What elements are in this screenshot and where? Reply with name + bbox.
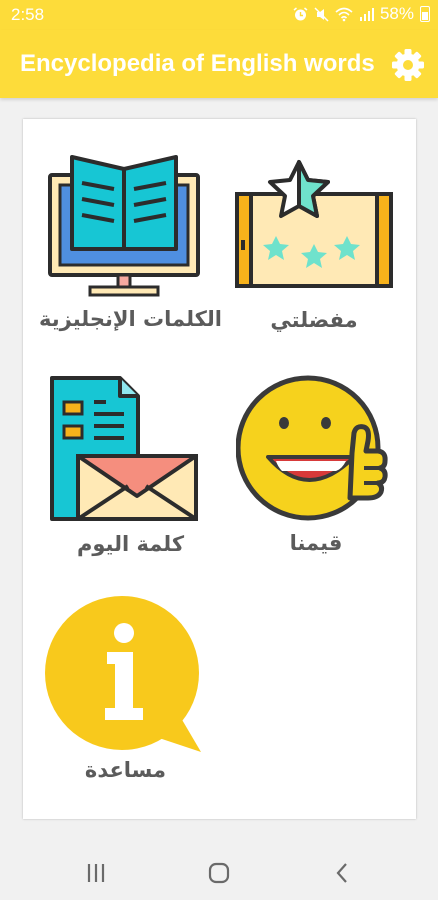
- english-words-button[interactable]: الكلمات الإنجليزية: [38, 149, 223, 344]
- home-icon: [208, 862, 230, 884]
- navigation-bar: [0, 840, 438, 900]
- help-button[interactable]: مساعدة: [43, 596, 208, 791]
- battery-percent: 58%: [379, 4, 414, 23]
- word-of-day-label: كلمة اليوم: [76, 532, 185, 556]
- favorites-label: مفضلتي: [270, 308, 358, 332]
- recents-button[interactable]: [76, 858, 116, 888]
- menu-card: مفضلتي الكلمات الإنجليزية قيمنا كلمة الي…: [23, 119, 416, 819]
- back-icon: [336, 863, 347, 883]
- alarm-icon: [293, 6, 308, 20]
- english-words-label: الكلمات الإنجليزية: [39, 307, 222, 331]
- smiley-thumbs-up-icon: [236, 375, 388, 521]
- help-label: مساعدة: [84, 758, 167, 782]
- document-envelope-icon: [50, 376, 198, 521]
- signal-icon: [359, 7, 374, 21]
- status-bar: 2:58 58%: [0, 0, 438, 30]
- status-icons: 58%: [293, 4, 430, 24]
- battery-icon: [420, 6, 430, 22]
- wifi-icon: [335, 7, 353, 21]
- back-button[interactable]: [322, 858, 362, 888]
- status-time: 2:58: [11, 5, 45, 24]
- favorites-button[interactable]: مفضلتي: [229, 154, 399, 344]
- book-monitor-icon: [48, 155, 200, 297]
- mute-icon: [314, 6, 329, 22]
- rate-us-label: قيمنا: [289, 531, 343, 555]
- rate-us-button[interactable]: قيمنا: [236, 371, 396, 566]
- info-bubble-icon: [45, 596, 201, 752]
- gear-icon: [392, 49, 424, 81]
- app-bar: Encyclopedia of English words: [0, 30, 438, 98]
- app-title: Encyclopedia of English words: [20, 50, 375, 77]
- word-of-day-button[interactable]: كلمة اليوم: [38, 374, 223, 566]
- recents-icon: [87, 864, 105, 882]
- star-phone-icon: [235, 160, 393, 288]
- home-button[interactable]: [199, 858, 239, 888]
- settings-button[interactable]: [390, 47, 426, 83]
